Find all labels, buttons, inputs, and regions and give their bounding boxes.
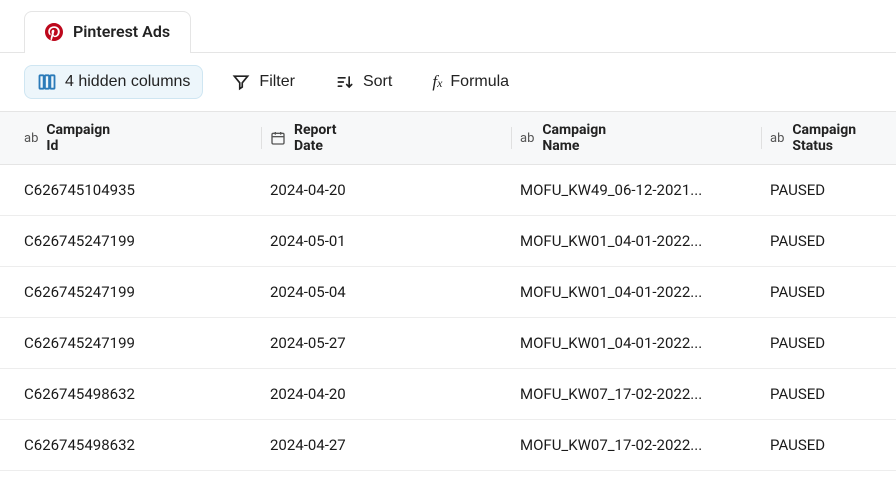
column-label: CampaignId — [46, 122, 110, 154]
tab-label: Pinterest Ads — [73, 22, 170, 41]
data-table: ab CampaignId ReportDate ab CampaignName… — [0, 112, 896, 471]
pinterest-icon — [45, 23, 63, 41]
cell-campaign-id: C626745247199 — [16, 216, 262, 266]
sort-icon — [335, 72, 355, 92]
cell-report-date: 2024-05-27 — [262, 318, 512, 368]
cell-campaign-id: C626745104935 — [16, 165, 262, 215]
column-label: ReportDate — [294, 122, 337, 154]
cell-campaign-name: MOFU_KW49_06-12-2021... — [512, 165, 762, 215]
cell-campaign-id: C626745498632 — [16, 420, 262, 470]
cell-report-date: 2024-05-01 — [262, 216, 512, 266]
tab-bar: Pinterest Ads — [0, 0, 896, 53]
column-header-report-date[interactable]: ReportDate — [262, 112, 512, 164]
cell-report-date: 2024-04-20 — [262, 369, 512, 419]
cell-campaign-status: PAUSED — [762, 318, 880, 368]
hidden-columns-button[interactable]: 4 hidden columns — [24, 65, 203, 99]
column-label: CampaignStatus — [792, 122, 856, 154]
text-type-icon: ab — [520, 131, 534, 146]
formula-icon: fx — [432, 72, 442, 92]
text-type-icon: ab — [24, 131, 38, 146]
table-row[interactable]: C626745247199 2024-05-01 MOFU_KW01_04-01… — [0, 216, 896, 267]
table-header: ab CampaignId ReportDate ab CampaignName… — [0, 112, 896, 165]
filter-icon — [231, 72, 251, 92]
cell-campaign-name: MOFU_KW01_04-01-2022... — [512, 267, 762, 317]
table-row[interactable]: C626745247199 2024-05-27 MOFU_KW01_04-01… — [0, 318, 896, 369]
table-row[interactable]: C626745247199 2024-05-04 MOFU_KW01_04-01… — [0, 267, 896, 318]
formula-button[interactable]: fx Formula — [420, 66, 521, 98]
cell-report-date: 2024-05-04 — [262, 267, 512, 317]
cell-campaign-id: C626745247199 — [16, 267, 262, 317]
cell-campaign-status: PAUSED — [762, 216, 880, 266]
column-header-campaign-name[interactable]: ab CampaignName — [512, 112, 762, 164]
table-row[interactable]: C626745498632 2024-04-27 MOFU_KW07_17-02… — [0, 420, 896, 471]
cell-campaign-id: C626745498632 — [16, 369, 262, 419]
tab-pinterest-ads[interactable]: Pinterest Ads — [24, 11, 191, 53]
table-row[interactable]: C626745104935 2024-04-20 MOFU_KW49_06-12… — [0, 165, 896, 216]
formula-label: Formula — [450, 73, 509, 91]
cell-report-date: 2024-04-20 — [262, 165, 512, 215]
table-body: C626745104935 2024-04-20 MOFU_KW49_06-12… — [0, 165, 896, 471]
text-type-icon: ab — [770, 131, 784, 146]
cell-campaign-name: MOFU_KW01_04-01-2022... — [512, 318, 762, 368]
column-header-campaign-id[interactable]: ab CampaignId — [16, 112, 262, 164]
cell-campaign-status: PAUSED — [762, 369, 880, 419]
table-row[interactable]: C626745498632 2024-04-20 MOFU_KW07_17-02… — [0, 369, 896, 420]
cell-campaign-status: PAUSED — [762, 165, 880, 215]
column-label: CampaignName — [542, 122, 606, 154]
toolbar: 4 hidden columns Filter Sort fx Formula — [0, 53, 896, 112]
columns-icon — [37, 72, 57, 92]
date-type-icon — [270, 130, 286, 146]
sort-label: Sort — [363, 73, 392, 91]
cell-campaign-status: PAUSED — [762, 267, 880, 317]
cell-report-date: 2024-04-27 — [262, 420, 512, 470]
cell-campaign-id: C626745247199 — [16, 318, 262, 368]
cell-campaign-name: MOFU_KW07_17-02-2022... — [512, 369, 762, 419]
column-header-campaign-status[interactable]: ab CampaignStatus — [762, 112, 880, 164]
filter-button[interactable]: Filter — [219, 66, 307, 98]
filter-label: Filter — [259, 73, 295, 91]
hidden-columns-label: 4 hidden columns — [65, 73, 190, 91]
cell-campaign-name: MOFU_KW01_04-01-2022... — [512, 216, 762, 266]
cell-campaign-status: PAUSED — [762, 420, 880, 470]
sort-button[interactable]: Sort — [323, 66, 404, 98]
cell-campaign-name: MOFU_KW07_17-02-2022... — [512, 420, 762, 470]
